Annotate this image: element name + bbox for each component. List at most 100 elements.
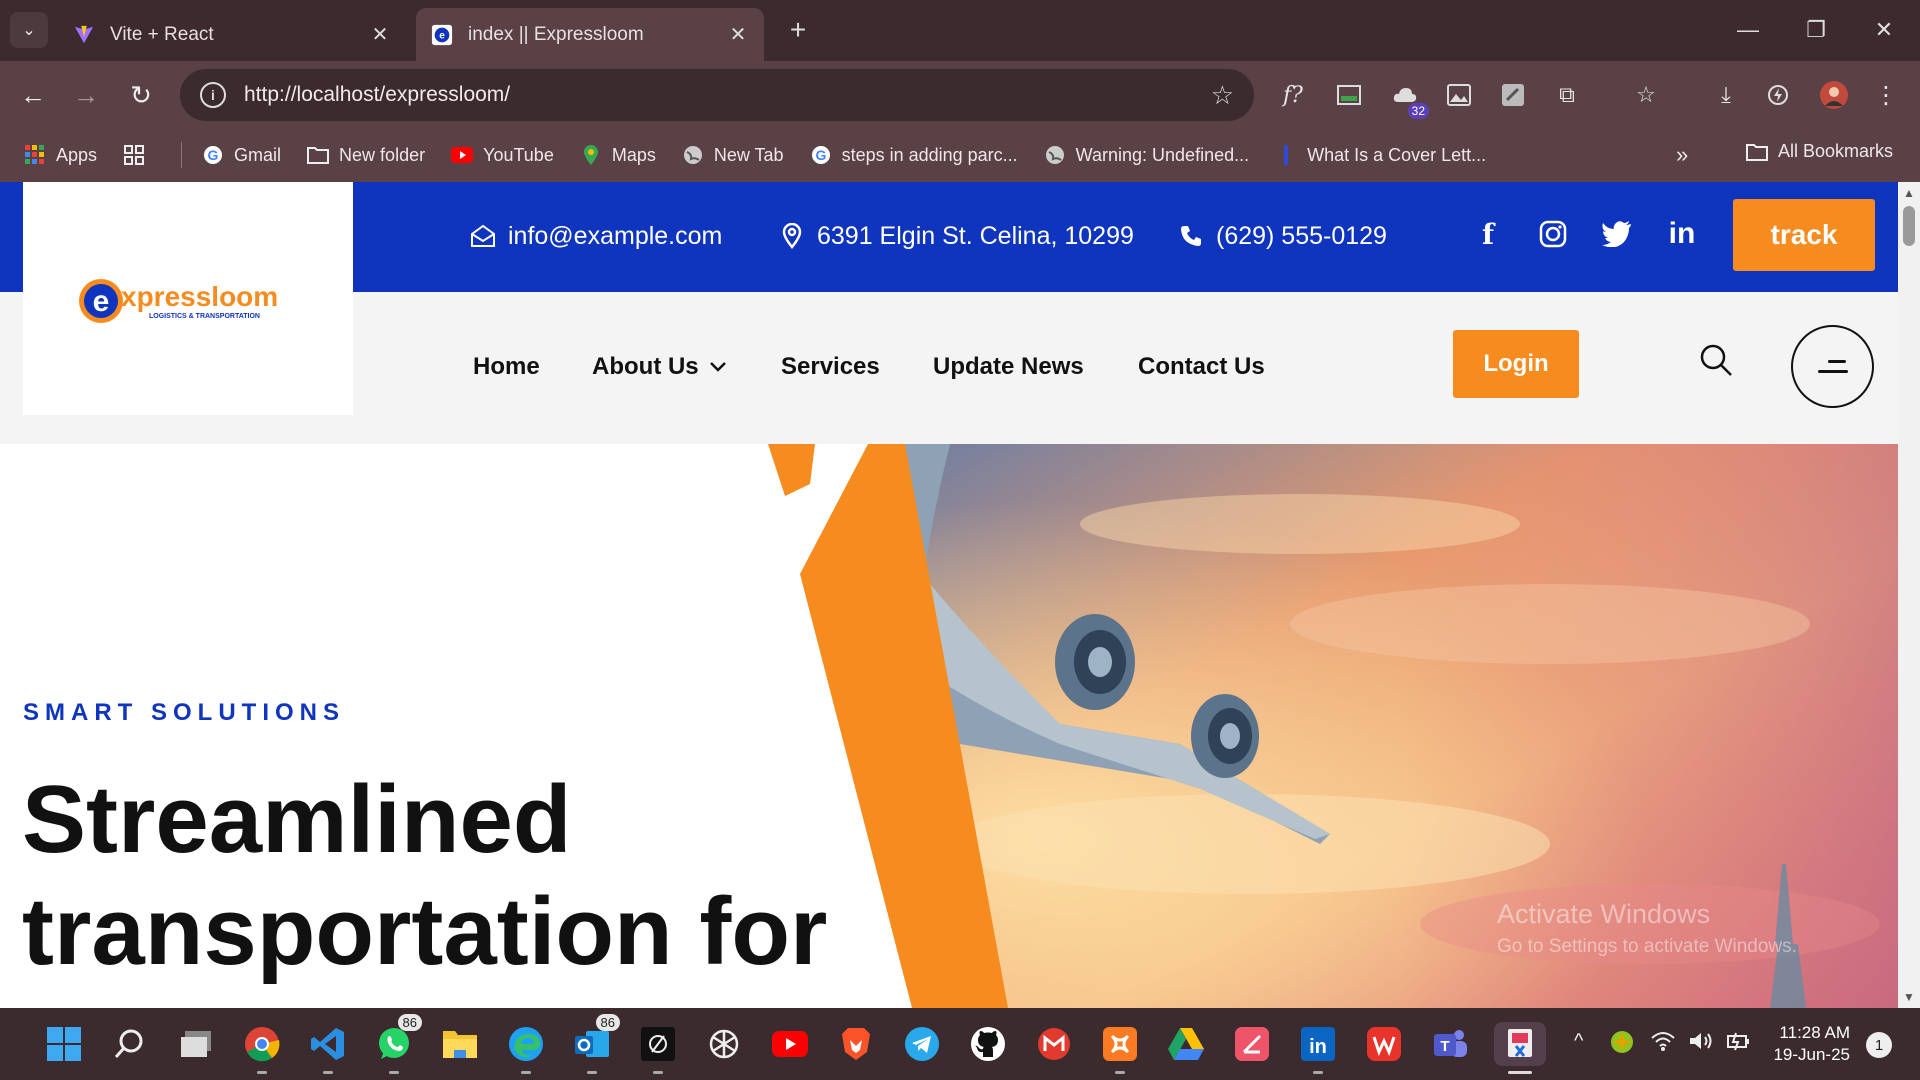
linkedin-icon[interactable]: in [1664, 216, 1700, 252]
google-drive-icon[interactable] [1164, 1022, 1208, 1066]
apps-grid-icon [24, 144, 46, 166]
wps-office-icon[interactable] [1362, 1022, 1406, 1066]
bookmark-new-tab[interactable]: New Tab [682, 144, 784, 166]
notification-badge: 86 [595, 1014, 620, 1031]
menu-toggle-button[interactable] [1791, 325, 1874, 408]
wifi-icon[interactable] [1650, 1030, 1676, 1058]
bookmark-cover-letter[interactable]: What Is a Cover Lett... [1275, 144, 1486, 166]
tab-vite-react[interactable]: Vite + React ✕ [58, 8, 406, 61]
nav-services[interactable]: Services [781, 353, 880, 381]
running-indicator [1313, 1071, 1323, 1074]
running-indicator [323, 1071, 333, 1074]
email-contact[interactable]: info@example.com [470, 214, 722, 258]
extensions-puzzle-icon[interactable]: ⧉ [1551, 79, 1583, 111]
close-icon[interactable]: ✕ [726, 23, 750, 47]
outlook-icon[interactable]: 86 [570, 1014, 620, 1074]
nav-update-news[interactable]: Update News [933, 353, 1084, 381]
system-clock[interactable]: 11:28 AM 19-Jun-25 [1766, 1022, 1850, 1066]
volume-icon[interactable] [1688, 1030, 1714, 1058]
font-finder-icon[interactable]: f? [1277, 79, 1309, 111]
cursor-icon[interactable] [636, 1022, 680, 1074]
scroll-down-icon[interactable]: ▼ [1902, 990, 1916, 1004]
tab-groups-button[interactable] [123, 144, 155, 166]
chatgpt-icon[interactable] [702, 1022, 746, 1066]
avatar[interactable] [1818, 79, 1850, 111]
performance-icon[interactable] [1762, 79, 1794, 111]
site-logo[interactable]: e xpressloom LOGISTICS & TRANSPORTATION [23, 182, 353, 415]
track-button[interactable]: track [1733, 199, 1875, 271]
more-bookmarks-icon[interactable]: » [1676, 142, 1688, 168]
bookmark-star-icon[interactable]: ☆ [1211, 80, 1234, 111]
scrollbar-thumb[interactable] [1903, 206, 1915, 246]
chrome-icon[interactable] [240, 1022, 284, 1074]
clock-time: 11:28 AM [1779, 1023, 1850, 1042]
nav-contact-us[interactable]: Contact Us [1138, 353, 1265, 381]
notification-center-badge[interactable]: 1 [1866, 1032, 1892, 1058]
forward-arrow-icon[interactable]: → [68, 77, 104, 113]
page-scrollbar[interactable]: ▲ ▼ [1898, 182, 1920, 1008]
gmail-icon[interactable] [1032, 1022, 1076, 1066]
nav-about-us[interactable]: About Us [592, 353, 727, 381]
bookmark-maps[interactable]: Maps [580, 144, 656, 166]
bookmark-warning-undefined[interactable]: Warning: Undefined... [1044, 144, 1249, 166]
battery-icon[interactable] [1726, 1030, 1752, 1058]
brave-icon[interactable] [834, 1022, 878, 1066]
instagram-icon[interactable] [1535, 216, 1571, 252]
task-view-icon[interactable] [174, 1022, 218, 1066]
ext-table-icon[interactable] [1333, 79, 1365, 111]
bookmark-apps[interactable]: Apps [24, 144, 97, 166]
login-button[interactable]: Login [1453, 330, 1579, 398]
bookmark-new-folder[interactable]: New folder [307, 144, 425, 166]
running-indicator [1115, 1071, 1125, 1074]
edge-icon[interactable] [504, 1022, 548, 1074]
bookmark-steps-in-adding[interactable]: G steps in adding parc... [810, 144, 1018, 166]
laravel-icon[interactable] [1230, 1022, 1274, 1066]
teams-icon[interactable]: T [1428, 1022, 1472, 1066]
twitter-icon[interactable] [1599, 216, 1635, 252]
email-text: info@example.com [508, 221, 723, 250]
youtube-icon[interactable] [768, 1022, 812, 1066]
tab-search-button[interactable]: ⌄ [10, 12, 48, 48]
page-icon [1275, 144, 1297, 166]
bookmark-youtube[interactable]: YouTube [451, 144, 554, 166]
reading-list-icon[interactable]: ☆ [1630, 79, 1662, 111]
download-icon[interactable]: ⤓ [1710, 79, 1742, 111]
scroll-up-icon[interactable]: ▲ [1902, 186, 1916, 200]
image-icon[interactable] [1443, 79, 1475, 111]
telegram-icon[interactable] [900, 1022, 944, 1066]
close-window-icon[interactable]: ✕ [1856, 10, 1912, 50]
ext-cloud-icon[interactable]: 32 [1389, 79, 1429, 119]
tray-app-icon[interactable] [1610, 1030, 1634, 1060]
close-icon[interactable]: ✕ [368, 23, 392, 47]
phone-contact[interactable]: (629) 555-0129 [1178, 214, 1387, 258]
linkedin-icon[interactable]: in [1296, 1022, 1340, 1074]
snipping-tool-icon[interactable] [1494, 1022, 1546, 1074]
minimize-icon[interactable]: — [1720, 10, 1776, 50]
svg-text:in: in [1309, 1036, 1327, 1058]
file-explorer-icon[interactable] [438, 1022, 482, 1066]
tab-expressloom[interactable]: e index || Expressloom ✕ [416, 8, 764, 61]
search-icon[interactable] [108, 1022, 152, 1066]
restore-icon[interactable]: ❐ [1788, 10, 1844, 50]
globe-icon [1044, 144, 1066, 166]
search-icon[interactable] [1698, 342, 1738, 382]
all-bookmarks-button[interactable]: All Bookmarks [1746, 141, 1893, 162]
nav-home[interactable]: Home [473, 353, 540, 381]
bookmark-gmail[interactable]: G Gmail [202, 144, 281, 166]
show-hidden-icons-icon[interactable]: ^ [1574, 1030, 1583, 1053]
xampp-icon[interactable] [1098, 1022, 1142, 1074]
new-tab-button[interactable]: + [780, 12, 816, 48]
phone-text: (629) 555-0129 [1216, 221, 1387, 250]
more-menu-icon[interactable]: ⋮ [1870, 79, 1902, 111]
github-icon[interactable] [966, 1022, 1010, 1066]
start-icon[interactable] [42, 1022, 86, 1066]
vscode-icon[interactable] [306, 1022, 350, 1074]
reload-icon[interactable]: ↻ [123, 77, 159, 113]
whatsapp-icon[interactable]: 86 [372, 1014, 422, 1074]
facebook-icon[interactable]: f [1470, 216, 1506, 252]
address-bar[interactable]: i http://localhost/expressloom/ ☆ [180, 69, 1254, 121]
bookmark-label: Apps [56, 144, 98, 165]
site-info-icon[interactable]: i [200, 82, 226, 108]
ext-note-icon[interactable] [1497, 79, 1529, 111]
back-arrow-icon[interactable]: ← [15, 77, 51, 113]
